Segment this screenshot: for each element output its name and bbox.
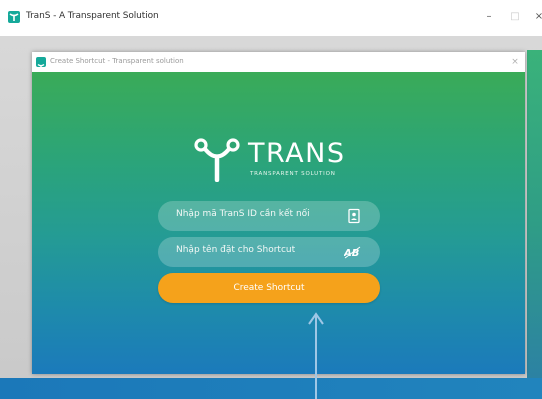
create-shortcut-dialog: Create Shortcut - Transparent solution ×… bbox=[32, 52, 525, 374]
dialog-logo-icon bbox=[36, 57, 46, 71]
trans-id-input[interactable]: Nhập mã TranS ID cần kết nối bbox=[158, 201, 380, 231]
dialog-body: TRANS TRANSPARENT SOLUTION Nhập mã TranS… bbox=[32, 72, 525, 374]
dialog-titlebar: Create Shortcut - Transparent solution × bbox=[32, 52, 525, 72]
dialog-title: Create Shortcut - Transparent solution bbox=[50, 57, 184, 65]
window-close-button[interactable]: × bbox=[527, 8, 542, 26]
logo-tagline: TRANSPARENT SOLUTION bbox=[250, 171, 336, 177]
shortcut-name-input[interactable]: Nhập tên đặt cho Shortcut AB bbox=[158, 237, 380, 267]
text-abc-icon: AB bbox=[344, 246, 361, 259]
trans-logo-icon bbox=[194, 138, 240, 182]
shortcut-name-placeholder: Nhập tên đặt cho Shortcut bbox=[176, 245, 296, 255]
pointer-arrow-icon bbox=[308, 312, 324, 399]
logo-wordmark: TRANS bbox=[248, 138, 346, 169]
window-title: TranS - A Transparent Solution bbox=[26, 11, 159, 21]
minimize-button[interactable]: – bbox=[477, 8, 501, 26]
contact-card-icon bbox=[348, 208, 360, 224]
trans-id-placeholder: Nhập mã TranS ID cần kết nối bbox=[176, 209, 310, 219]
app-background-footer bbox=[0, 378, 542, 399]
create-shortcut-button[interactable]: Create Shortcut bbox=[158, 273, 380, 303]
maximize-button[interactable]: □ bbox=[503, 8, 527, 26]
window-titlebar: TranS - A Transparent Solution – □ × bbox=[0, 0, 542, 36]
trans-logo: TRANS TRANSPARENT SOLUTION bbox=[194, 138, 374, 182]
create-shortcut-label: Create Shortcut bbox=[233, 283, 305, 293]
app-background-edge bbox=[527, 50, 542, 399]
dialog-close-button[interactable]: × bbox=[508, 55, 522, 69]
app-logo-icon bbox=[8, 11, 20, 23]
